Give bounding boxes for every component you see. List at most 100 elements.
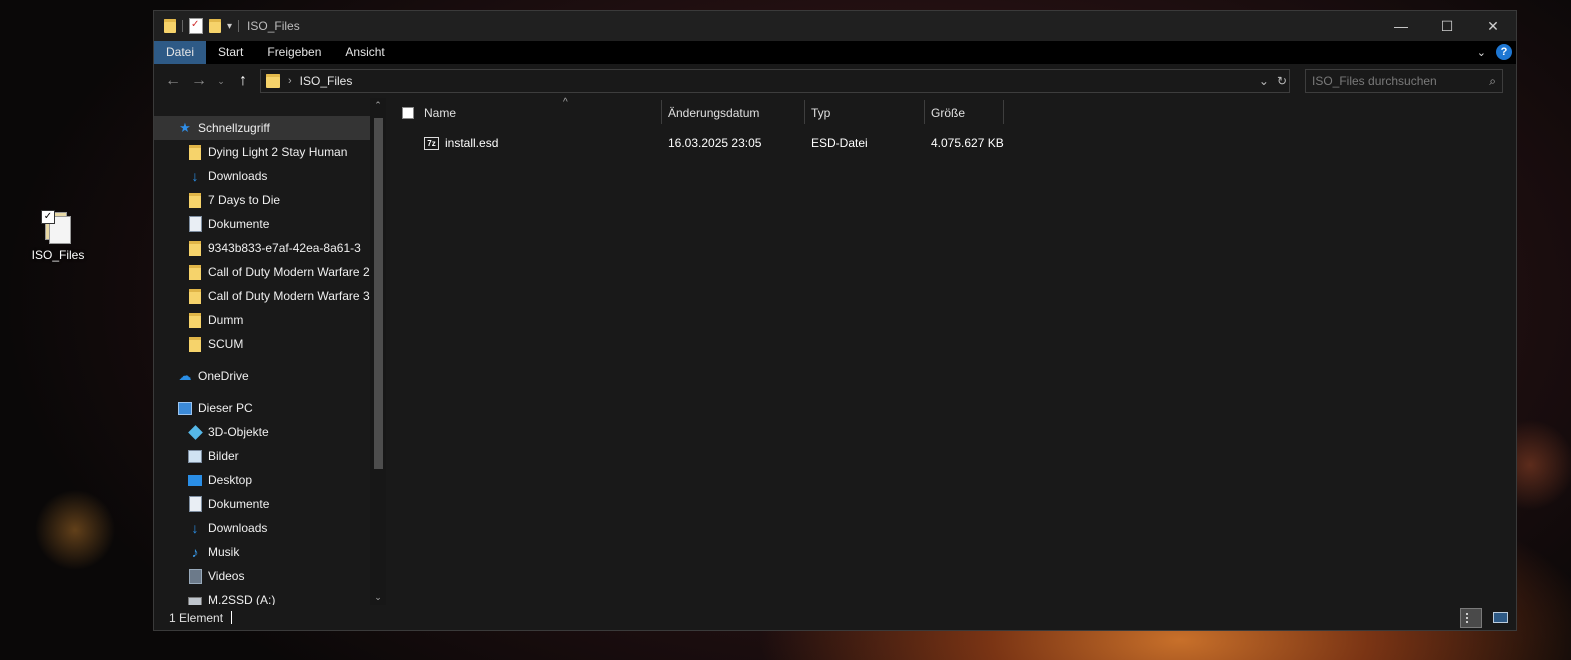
customize-qa-dropdown[interactable]: ▾ <box>227 21 232 32</box>
star-icon: ★ <box>179 120 191 135</box>
help-icon[interactable]: ? <box>1496 44 1512 60</box>
back-button[interactable]: ← <box>160 72 186 90</box>
desktop-icon-label: ISO_Files <box>31 248 85 262</box>
nav-item-videos[interactable]: Videos <box>154 564 386 588</box>
file-list: Name ^ Änderungsdatum Typ Größe 7z instal… <box>387 97 1516 605</box>
refresh-icon[interactable]: ↻ <box>1277 74 1287 88</box>
breadcrumb-iso-files[interactable]: ISO_Files <box>300 74 353 88</box>
maximize-button[interactable]: ☐ <box>1424 11 1470 41</box>
scrollbar-thumb[interactable] <box>374 118 383 469</box>
folder-icon <box>266 74 280 88</box>
column-header-type[interactable]: Typ <box>811 98 926 128</box>
nav-item-drive-a[interactable]: M.2SSD (A:) <box>154 588 386 605</box>
nav-item-musik[interactable]: ♪ Musik <box>154 540 386 564</box>
nav-item-cod-mw3[interactable]: Call of Duty Modern Warfare 3 <box>154 284 386 308</box>
table-row[interactable]: 7z install.esd 16.03.2025 23:05 ESD-Datei… <box>387 132 1516 154</box>
nav-item-cod-mw2[interactable]: Call of Duty Modern Warfare 2 <box>154 260 386 284</box>
nav-item-3d-objekte[interactable]: 3D-Objekte <box>154 420 386 444</box>
title-bar[interactable]: ▾ ISO_Files — ☐ ✕ <box>154 11 1516 41</box>
column-divider[interactable] <box>804 100 805 124</box>
nav-item-bilder[interactable]: Bilder <box>154 444 386 468</box>
folder-icon <box>189 312 201 328</box>
close-button[interactable]: ✕ <box>1470 11 1516 41</box>
nav-item-downloads[interactable]: ↓ Downloads <box>154 516 386 540</box>
folder-icon <box>189 336 201 352</box>
search-icon[interactable]: ⌕ <box>1489 74 1496 89</box>
tab-freigeben[interactable]: Freigeben <box>255 41 333 64</box>
documents-icon <box>188 216 202 232</box>
folder-icon <box>189 192 201 208</box>
large-icons-view-icon <box>1492 611 1508 623</box>
minimize-button[interactable]: — <box>1378 11 1424 41</box>
3d-objects-icon <box>187 424 203 440</box>
quick-access-toolbar: ▾ <box>164 18 240 34</box>
music-icon: ♪ <box>191 544 199 560</box>
up-button[interactable]: ↑ <box>230 72 256 90</box>
file-type-cell: ESD-Datei <box>811 136 868 150</box>
nav-item-scum[interactable]: SCUM <box>154 332 386 356</box>
column-divider[interactable] <box>924 100 925 124</box>
column-divider[interactable] <box>1003 100 1004 124</box>
tab-datei[interactable]: Datei <box>154 41 207 64</box>
nav-item-downloads-quick[interactable]: ↓ Downloads ◆ <box>154 164 386 188</box>
desktop-icon-iso-files[interactable]: ✓ ISO_Files <box>24 210 92 262</box>
search-placeholder: ISO_Files durchsuchen <box>1312 74 1437 88</box>
recent-locations-dropdown[interactable]: ⌄ <box>212 76 230 87</box>
pictures-icon <box>188 449 202 463</box>
nav-item-guid-folder[interactable]: 9343b833-e7af-42ea-8a61-3 ◆ <box>154 236 386 260</box>
sort-ascending-icon: ^ <box>563 97 568 108</box>
nav-item-7-days[interactable]: 7 Days to Die ◆ <box>154 188 386 212</box>
folder-icon <box>189 288 201 304</box>
nav-item-dokumente-quick[interactable]: Dokumente ◆ <box>154 212 386 236</box>
nav-item-dumm[interactable]: Dumm <box>154 308 386 332</box>
documents-icon <box>188 496 202 512</box>
ribbon-tabs: Datei Start Freigeben Ansicht ⌄ ? <box>154 41 1516 64</box>
column-header-date[interactable]: Änderungsdatum <box>668 98 808 128</box>
nav-onedrive[interactable]: ☁ OneDrive <box>154 364 386 388</box>
column-header-size[interactable]: Größe <box>931 98 1001 128</box>
folder-icon <box>189 240 201 256</box>
column-divider[interactable] <box>661 100 662 124</box>
address-dropdown-icon[interactable]: ⌄ <box>1259 74 1269 88</box>
nav-pane-scrollbar[interactable]: ⌃ ⌄ <box>370 98 386 605</box>
tab-ansicht[interactable]: Ansicht <box>333 41 396 64</box>
archive-file-icon: 7z <box>424 137 439 151</box>
nav-this-pc[interactable]: Dieser PC <box>154 396 386 420</box>
column-header-name[interactable]: Name ^ <box>424 97 659 128</box>
computer-icon <box>178 401 192 415</box>
download-icon: ↓ <box>191 520 199 536</box>
search-input[interactable]: ISO_Files durchsuchen ⌕ <box>1305 69 1503 93</box>
videos-icon <box>188 568 202 584</box>
breadcrumb-separator[interactable]: › <box>288 75 292 87</box>
scroll-down-icon[interactable]: ⌄ <box>370 592 386 603</box>
folder-icon <box>189 144 201 160</box>
properties-icon[interactable] <box>189 18 203 34</box>
explorer-window: ▾ ISO_Files — ☐ ✕ Datei Start Freigeben … <box>153 10 1517 631</box>
large-icons-view-button[interactable] <box>1490 608 1510 626</box>
folder-icon <box>189 264 201 280</box>
nav-quick-access[interactable]: ★ Schnellzugriff <box>154 116 386 140</box>
status-bar: 1 Element <box>154 605 1516 630</box>
navigation-bar: ← → ⌄ ↑ › ISO_Files ⌄ ↻ ISO_Files durchs… <box>154 64 1516 98</box>
select-all-checkbox[interactable] <box>402 107 414 119</box>
nav-item-dying-light[interactable]: Dying Light 2 Stay Human ◆ <box>154 140 386 164</box>
window-title: ISO_Files <box>247 19 300 33</box>
details-view-icon <box>1466 613 1476 623</box>
details-view-button[interactable] <box>1460 608 1482 628</box>
tab-start[interactable]: Start <box>206 41 255 64</box>
folder-icon <box>164 19 176 33</box>
file-size-cell: 4.075.627 KB <box>931 136 1004 150</box>
nav-item-dokumente[interactable]: Dokumente <box>154 492 386 516</box>
download-icon: ↓ <box>191 168 199 184</box>
address-bar[interactable]: › ISO_Files ⌄ ↻ <box>260 69 1290 93</box>
item-count: 1 Element <box>169 610 224 625</box>
file-name-cell: 7z install.esd <box>424 132 498 154</box>
drive-icon <box>188 597 202 605</box>
expand-ribbon-icon[interactable]: ⌄ <box>1477 46 1486 59</box>
file-date-cell: 16.03.2025 23:05 <box>668 136 762 150</box>
new-folder-icon[interactable] <box>209 19 221 33</box>
forward-button[interactable]: → <box>186 72 212 90</box>
nav-item-desktop[interactable]: Desktop <box>154 468 386 492</box>
cloud-icon: ☁ <box>178 368 192 383</box>
scroll-up-icon[interactable]: ⌃ <box>370 100 386 111</box>
